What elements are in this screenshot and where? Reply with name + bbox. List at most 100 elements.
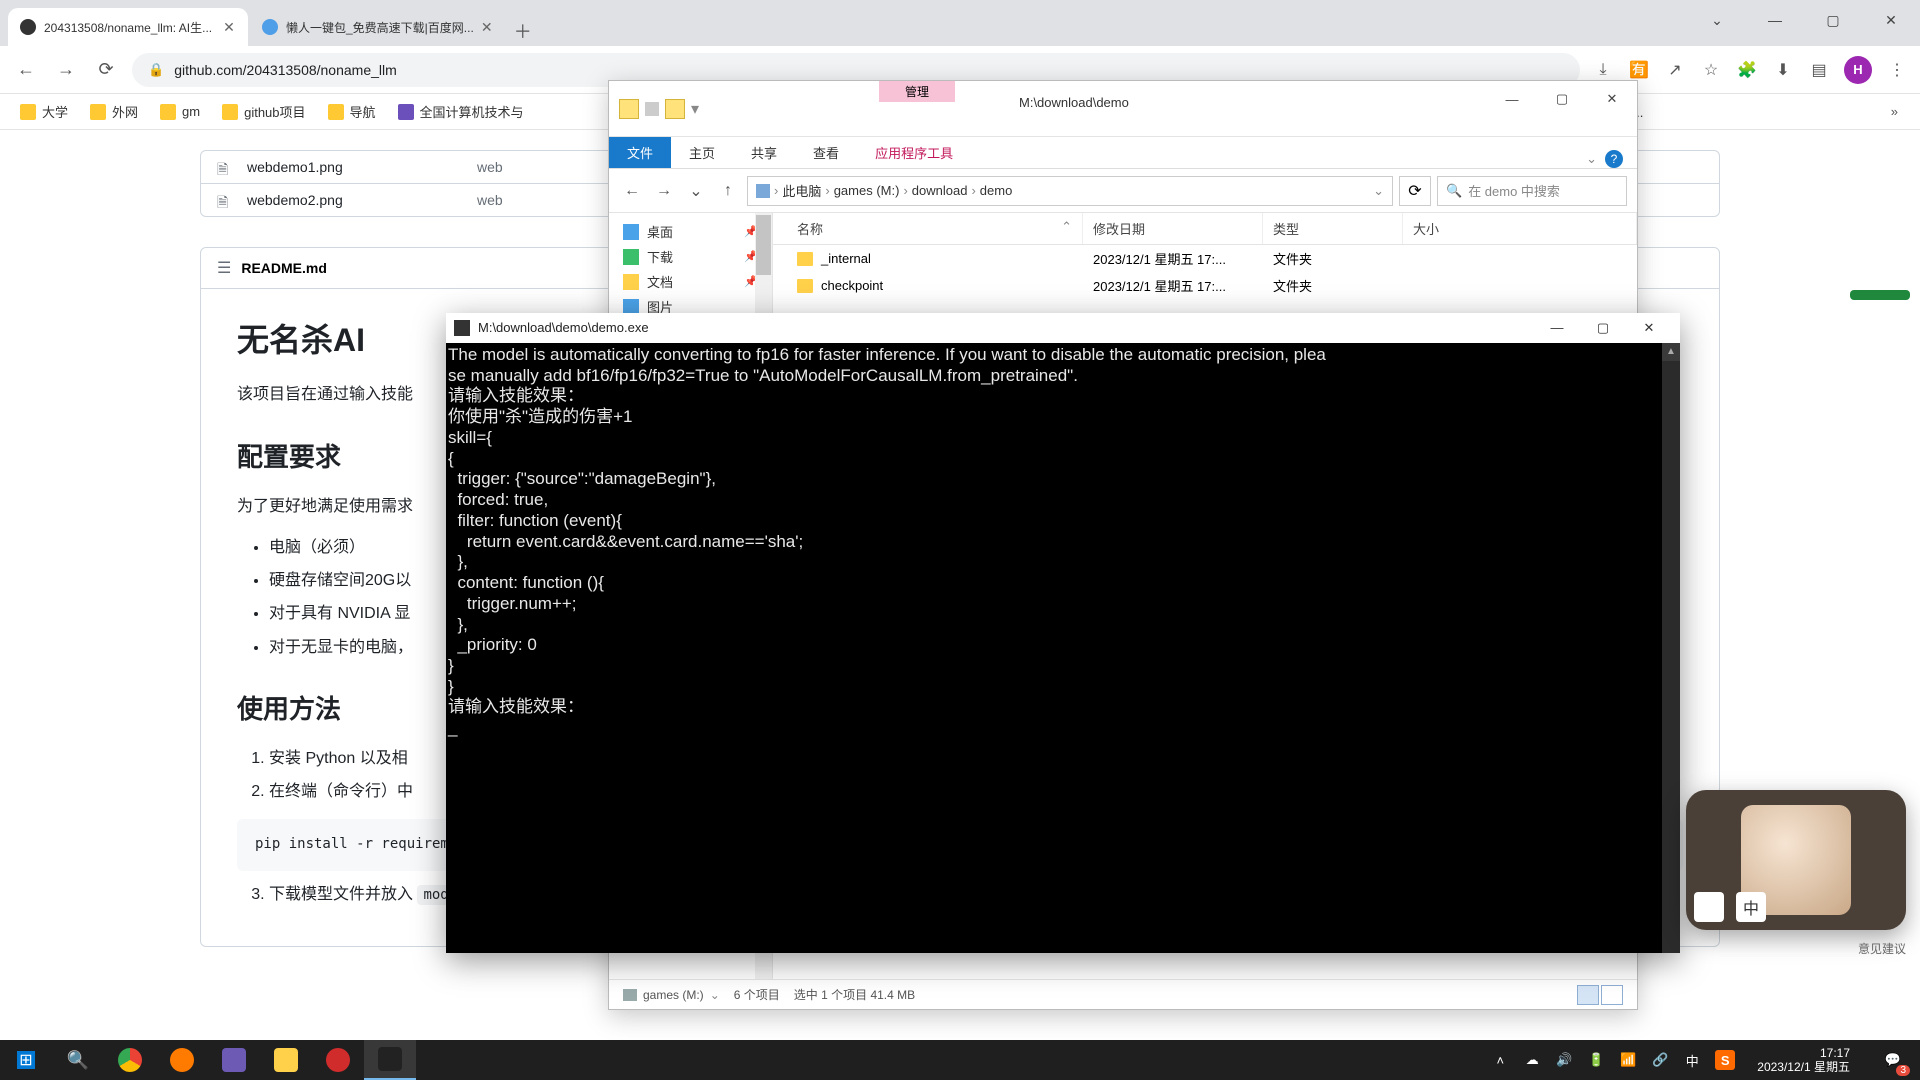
sogou-ime-icon[interactable]: S [1715,1050,1735,1070]
extensions-icon[interactable]: 🧩 [1736,59,1758,81]
up-button[interactable]: ↑ [715,178,741,204]
action-center-button[interactable]: 💬3 [1872,1040,1914,1080]
refresh-button[interactable]: ⟳ [1399,176,1431,206]
back-button[interactable]: ← [12,56,40,84]
share-icon[interactable]: ↗ [1664,59,1686,81]
bookmark-item[interactable]: gm [152,100,208,124]
ime-indicator[interactable]: 中 [1683,1051,1701,1069]
header-name[interactable]: 名称 ⌃ [773,213,1083,244]
taskbar-app[interactable] [208,1040,260,1080]
minimize-button[interactable]: — [1487,81,1537,117]
bookmark-item[interactable]: 导航 [320,98,384,125]
link-icon[interactable]: 🔗 [1651,1051,1669,1069]
bookmark-item[interactable]: 外网 [82,98,146,125]
bookmark-item[interactable]: github项目 [214,98,313,125]
bookmark-overflow-icon[interactable]: » [1881,104,1908,119]
folder-icon [222,104,238,120]
ribbon-tab-file[interactable]: 文件 [609,137,671,168]
outline-icon[interactable]: ☰ [217,258,231,278]
search-input[interactable]: 🔍 在 demo 中搜索 [1437,176,1627,206]
ribbon-context-tab[interactable]: 管理 [879,81,955,102]
pc-icon [756,184,770,198]
install-icon[interactable]: ⤓ [1592,59,1614,81]
downloads-icon[interactable]: ⬇ [1772,59,1794,81]
reload-button[interactable]: ⟳ [92,56,120,84]
console-scrollbar[interactable]: ▲ [1662,343,1680,953]
breadcrumb-dropdown-icon[interactable]: ⌄ [1373,183,1384,199]
header-type[interactable]: 类型 [1263,213,1403,244]
tray-overflow-icon[interactable]: ˄ [1491,1051,1509,1069]
scroll-up-icon[interactable]: ▲ [1662,343,1680,361]
ime-assistant-widget[interactable]: 中 [1686,790,1906,930]
close-button[interactable]: ✕ [1587,81,1637,117]
battery-icon[interactable]: 🔋 [1587,1051,1605,1069]
maximize-button[interactable]: ▢ [1580,313,1626,343]
selection-info: 选中 1 个项目 41.4 MB [794,986,915,1003]
clock[interactable]: 17:17 2023/12/1 星期五 [1749,1046,1858,1075]
translate-icon[interactable]: 🈶 [1628,59,1650,81]
minimize-button[interactable]: — [1534,313,1580,343]
breadcrumb[interactable]: › 此电脑› games (M:)› download› demo ⌄ [747,176,1393,206]
code-button-partial[interactable] [1850,290,1910,300]
recent-dropdown-icon[interactable]: ⌄ [683,178,709,204]
explorer-titlebar[interactable]: ▾ 管理 M:\download\demo — ▢ ✕ [609,81,1637,137]
sidepanel-icon[interactable]: ▤ [1808,59,1830,81]
bookmark-item[interactable]: 全国计算机技术与 [390,98,532,125]
taskbar-app[interactable] [312,1040,364,1080]
sidebar-item-documents[interactable]: 文档📌 [609,269,772,294]
maximize-button[interactable]: ▢ [1804,0,1862,40]
profile-avatar[interactable]: H [1844,56,1872,84]
taskbar-app-chrome[interactable] [104,1040,156,1080]
folder-icon [797,252,813,266]
ribbon-collapse-icon[interactable]: ⌄ [1586,151,1597,167]
close-button[interactable]: ✕ [1626,313,1672,343]
menu-icon[interactable]: ⋮ [1886,59,1908,81]
view-details-icon[interactable] [1577,985,1599,1005]
ribbon-tab-share[interactable]: 共享 [733,137,795,168]
browser-tab-inactive[interactable]: 懒人一键包_免费高速下载|百度网... ✕ [250,8,506,46]
folder-icon[interactable] [665,99,685,119]
console-output[interactable]: The model is automatically converting to… [446,343,1680,953]
maximize-button[interactable]: ▢ [1537,81,1587,117]
console-titlebar[interactable]: M:\download\demo\demo.exe — ▢ ✕ [446,313,1680,343]
taskbar-app[interactable] [156,1040,208,1080]
folder-icon[interactable] [619,99,639,119]
header-size[interactable]: 大小 [1403,213,1637,244]
taskbar-app-explorer[interactable] [260,1040,312,1080]
tab-close-icon[interactable]: ✕ [480,20,494,34]
shirt-icon[interactable] [1694,892,1724,922]
view-large-icon[interactable] [1601,985,1623,1005]
bookmark-item[interactable]: 大学 [12,98,76,125]
back-button[interactable]: ← [619,178,645,204]
qat-dropdown-icon[interactable]: ▾ [691,99,699,119]
header-date[interactable]: 修改日期 [1083,213,1263,244]
forward-button[interactable]: → [651,178,677,204]
bookmark-star-icon[interactable]: ☆ [1700,59,1722,81]
volume-icon[interactable]: 🔊 [1555,1051,1573,1069]
drive-indicator[interactable]: games (M:) ⌄ [623,988,720,1002]
taskbar-app-console[interactable] [364,1040,416,1080]
search-button[interactable]: 🔍 [52,1040,104,1080]
ime-caption[interactable]: 意见建议 [1858,940,1906,957]
new-tab-button[interactable]: ＋ [508,16,538,46]
start-button[interactable]: ⊞ [0,1040,52,1080]
onedrive-icon[interactable]: ☁ [1523,1051,1541,1069]
ribbon-tab-view[interactable]: 查看 [795,137,857,168]
sidebar-item-downloads[interactable]: 下载📌 [609,244,772,269]
scrollbar-thumb[interactable] [756,215,771,275]
help-icon[interactable]: ? [1605,150,1623,168]
file-row[interactable]: _internal 2023/12/1 星期五 17:... 文件夹 [773,245,1637,272]
minimize-button[interactable]: — [1746,0,1804,40]
file-row[interactable]: checkpoint 2023/12/1 星期五 17:... 文件夹 [773,272,1637,299]
ime-language-indicator[interactable]: 中 [1736,892,1766,922]
tab-search-icon[interactable]: ⌄ [1688,0,1746,40]
tab-close-icon[interactable]: ✕ [222,20,236,34]
close-button[interactable]: ✕ [1862,0,1920,40]
qat-icon[interactable] [645,102,659,116]
ribbon-tab-apptools[interactable]: 应用程序工具 [857,137,971,168]
network-icon[interactable]: 📶 [1619,1051,1637,1069]
ribbon-tab-home[interactable]: 主页 [671,137,733,168]
forward-button[interactable]: → [52,56,80,84]
sidebar-item-desktop[interactable]: 桌面📌 [609,219,772,244]
browser-tab-active[interactable]: 204313508/noname_llm: AI生... ✕ [8,8,248,46]
